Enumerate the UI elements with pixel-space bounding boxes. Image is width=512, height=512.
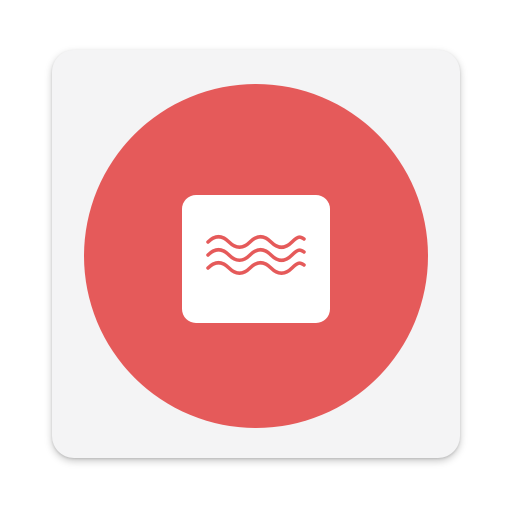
wave-line-2 (206, 248, 306, 262)
wave-line-3 (206, 261, 306, 275)
app-icon-canvas (0, 0, 512, 512)
wave-line-1 (206, 235, 306, 249)
waves-icon (206, 235, 306, 275)
